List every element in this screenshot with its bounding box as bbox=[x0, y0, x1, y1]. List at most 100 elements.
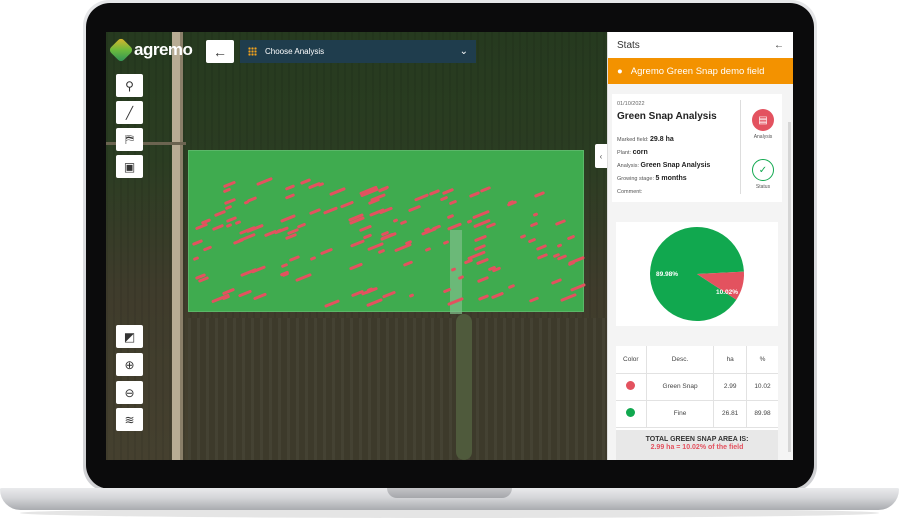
collapse-panel-button[interactable]: ‹ bbox=[595, 144, 607, 168]
marked-field-value: 29.8 ha bbox=[650, 136, 674, 143]
green-snap-streak bbox=[339, 200, 355, 209]
green-snap-streak bbox=[528, 296, 540, 304]
green-snap-streak bbox=[399, 220, 408, 226]
logo-text: agremo bbox=[134, 40, 193, 59]
stats-panel: Stats ← ● Agremo Green Snap demo field 0… bbox=[607, 32, 793, 460]
zoom-extent-button[interactable]: ◩ bbox=[116, 325, 143, 348]
grid-icon bbox=[248, 47, 257, 56]
green-snap-streak bbox=[536, 253, 548, 260]
green-snap-streak bbox=[477, 275, 490, 283]
green-snap-streak bbox=[428, 188, 440, 196]
col-ha: ha bbox=[713, 346, 747, 374]
green-snap-streak bbox=[193, 256, 201, 262]
green-snap-streak bbox=[363, 233, 373, 240]
green-snap-streak bbox=[237, 289, 253, 298]
green-snap-streak bbox=[281, 262, 289, 269]
green-snap-streak bbox=[349, 239, 365, 248]
green-snap-streak bbox=[442, 240, 450, 246]
col-color: Color bbox=[616, 346, 647, 374]
location-pin-icon: ● bbox=[617, 65, 623, 77]
col-pct: % bbox=[746, 346, 778, 374]
green-snap-streak bbox=[309, 208, 322, 216]
table-row: Green Snap 2.99 10.02 bbox=[616, 373, 778, 401]
back-button[interactable]: ← bbox=[206, 40, 234, 63]
green-snap-streak bbox=[425, 246, 432, 252]
analysis-info-card: 01/10/2022 Green Snap Analysis Marked fi… bbox=[612, 94, 782, 202]
marker-tool-button[interactable]: ⚲ bbox=[116, 74, 143, 97]
green-snap-streak bbox=[408, 204, 422, 213]
green-snap-streak bbox=[568, 261, 576, 267]
green-snap-streak bbox=[529, 221, 539, 228]
pct-cell: 89.98 bbox=[746, 400, 778, 428]
agremo-logo-icon bbox=[108, 37, 134, 63]
green-snap-streak bbox=[554, 218, 567, 226]
green-snap-streak bbox=[194, 222, 208, 231]
ha-cell: 26.81 bbox=[713, 400, 747, 428]
color-cell bbox=[616, 373, 647, 401]
pie-chart-card: 89.98% 10.02% bbox=[616, 222, 778, 326]
zoom-in-button[interactable]: ⊕ bbox=[116, 353, 143, 376]
green-snap-streak bbox=[234, 219, 242, 226]
green-snap-streak bbox=[473, 234, 487, 243]
green-snap-streak bbox=[485, 222, 496, 229]
green-snap-streak bbox=[457, 274, 465, 280]
choose-analysis-label: Choose Analysis bbox=[265, 47, 325, 56]
green-snap-streak bbox=[213, 209, 226, 218]
green-snap-streak bbox=[279, 214, 296, 223]
green-snap-streak bbox=[252, 292, 267, 301]
panel-scrollbar[interactable] bbox=[788, 122, 791, 452]
chevron-down-icon: ⌄ bbox=[459, 46, 468, 57]
green-snap-streak bbox=[366, 297, 384, 308]
green-snap-streak bbox=[448, 199, 458, 206]
green-snap-streak bbox=[532, 212, 539, 217]
analysis-button-label: Analysis bbox=[753, 134, 773, 140]
desc-cell: Fine bbox=[646, 400, 715, 428]
fine-color-dot bbox=[626, 408, 636, 417]
comment-row: Comment: bbox=[617, 189, 642, 195]
green-snap-streak bbox=[527, 237, 537, 244]
green-snap-streak bbox=[566, 234, 576, 241]
green-snap-streak bbox=[560, 292, 577, 302]
green-snap-streak bbox=[350, 289, 364, 298]
green-snap-streak bbox=[317, 182, 324, 188]
green-snap-streak bbox=[225, 223, 233, 229]
panel-back-icon[interactable]: ← bbox=[774, 40, 784, 51]
green-snap-streak bbox=[323, 299, 341, 309]
ha-cell: 2.99 bbox=[713, 373, 747, 401]
green-snap-streak bbox=[284, 233, 297, 241]
pie-label: 89.98% bbox=[656, 271, 678, 278]
green-snap-streak bbox=[475, 257, 489, 266]
line-tool-button[interactable]: ╱ bbox=[116, 101, 143, 124]
laptop-mockup: agremo ← Choose Analysis ⌄ ⚲ ╱ ⛿ ▣ ◩ ⊕ ⊖… bbox=[0, 0, 899, 528]
green-snap-streak bbox=[245, 223, 264, 234]
choose-analysis-select[interactable]: Choose Analysis ⌄ bbox=[240, 40, 476, 63]
green-snap-streak bbox=[191, 238, 204, 246]
image-tool-button[interactable]: ▣ bbox=[116, 155, 143, 178]
analysis-report-button[interactable]: ▤ Analysis bbox=[746, 109, 780, 140]
status-button-label: Status bbox=[755, 184, 771, 190]
green-snap-streak bbox=[296, 222, 307, 229]
green-snap-streak bbox=[408, 293, 415, 299]
green-snap-streak bbox=[556, 243, 563, 249]
green-snap-streak bbox=[358, 224, 372, 233]
map-creek bbox=[456, 314, 472, 460]
green-snap-streak bbox=[536, 244, 548, 251]
polygon-tool-button[interactable]: ⛿ bbox=[116, 128, 143, 151]
green-snap-streak bbox=[202, 245, 213, 252]
analyzed-field-overlay[interactable] bbox=[188, 150, 586, 314]
green-snap-streak bbox=[474, 243, 487, 252]
analysis-date: 01/10/2022 bbox=[617, 101, 645, 107]
color-cell bbox=[616, 400, 647, 428]
green-snap-streak bbox=[246, 196, 257, 204]
field-name-bar: ● Agremo Green Snap demo field bbox=[608, 58, 793, 84]
green-snap-streak bbox=[233, 237, 245, 245]
green-snap-streak bbox=[288, 254, 301, 262]
green-snap-streak bbox=[479, 186, 491, 194]
green-snap-streak bbox=[294, 272, 312, 282]
green-snap-streak bbox=[468, 190, 481, 198]
status-button[interactable]: ✓ Status bbox=[746, 159, 780, 190]
green-snap-streak bbox=[392, 218, 399, 224]
layers-button[interactable]: ≋ bbox=[116, 408, 143, 431]
zoom-out-button[interactable]: ⊖ bbox=[116, 381, 143, 404]
satellite-map[interactable]: agremo ← Choose Analysis ⌄ ⚲ ╱ ⛿ ▣ ◩ ⊕ ⊖… bbox=[106, 32, 607, 460]
